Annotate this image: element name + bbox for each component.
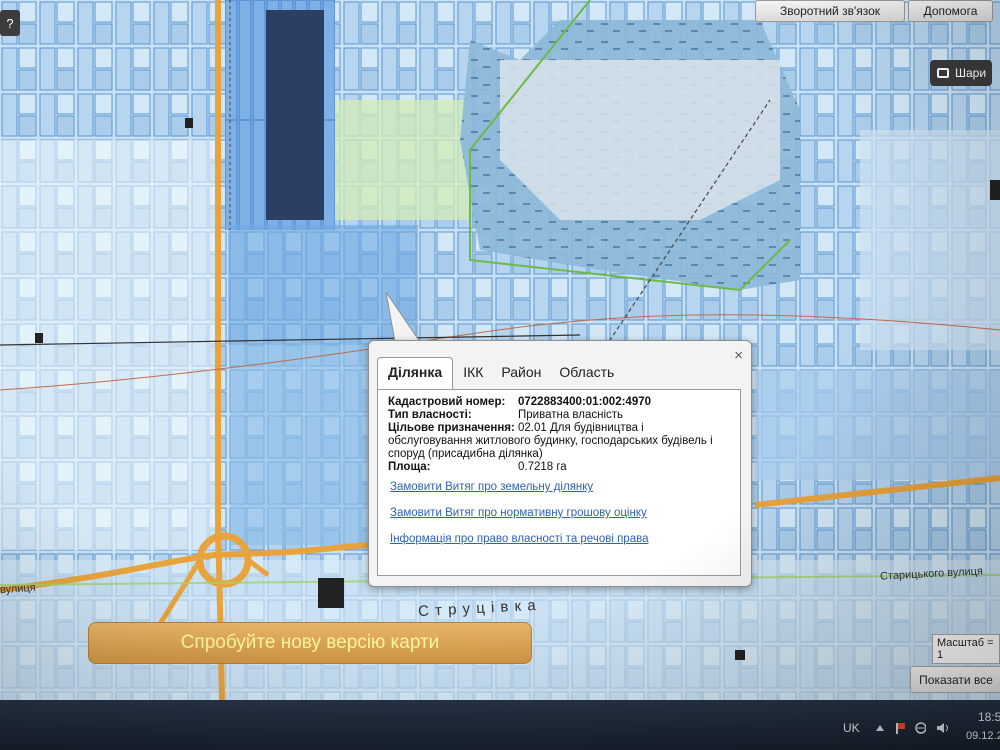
show-all-button[interactable]: Показати все <box>910 666 1000 693</box>
popup-tabs: Ділянка ІКК Район Область <box>377 357 622 389</box>
purpose-value: 02.01 Для будівництва і <box>518 422 644 434</box>
order-parcel-extract-link[interactable]: Замовити Витяг про земельну ділянку <box>390 481 648 493</box>
layers-button[interactable]: Шари <box>930 60 992 86</box>
feedback-button[interactable]: Зворотний зв'язок <box>755 0 905 22</box>
ownership-rights-info-link[interactable]: Інформація про право власності та речові… <box>390 533 648 545</box>
ownership-type-label: Тип власності: <box>388 409 472 421</box>
screen: ? Зворотний зв'язок Допомога Шари вулиця… <box>0 0 1000 750</box>
close-icon[interactable]: × <box>734 347 743 364</box>
layers-icon <box>937 68 949 78</box>
tab-region[interactable]: Область <box>551 358 622 389</box>
cadastral-number-label: Кадастровий номер: <box>388 396 506 408</box>
network-icon[interactable] <box>914 722 926 734</box>
area-value: 0.7218 га <box>518 461 567 473</box>
tab-ikk[interactable]: ІКК <box>455 358 491 389</box>
help-icon[interactable]: ? <box>0 10 20 36</box>
tab-district[interactable]: Район <box>493 358 549 389</box>
purpose-value-continued: обслуговування житлового будинку, господ… <box>388 435 713 460</box>
clock-date[interactable]: 09.12.2 <box>966 730 1000 742</box>
street-label-left: вулиця <box>0 581 37 597</box>
try-new-map-banner[interactable]: Спробуйте нову версію карти <box>88 622 532 664</box>
language-indicator[interactable]: UK <box>843 721 860 735</box>
scale-indicator: Масштаб = 1 <box>932 634 1000 664</box>
flag-icon[interactable] <box>894 722 906 734</box>
purpose-label: Цільове призначення: <box>388 422 515 434</box>
layers-label: Шари <box>955 66 987 80</box>
clock-time[interactable]: 18:5 <box>978 710 1000 724</box>
cadastral-map[interactable]: ? Зворотний зв'язок Допомога Шари вулиця… <box>0 0 1000 700</box>
tab-parcel[interactable]: Ділянка <box>377 357 454 389</box>
area-label: Площа: <box>388 461 431 473</box>
cadastral-number-value: 0722883400:01:002:4970 <box>518 396 652 408</box>
order-valuation-extract-link[interactable]: Замовити Витяг про нормативну грошову оц… <box>390 507 648 519</box>
popup-content: Кадастровий номер: 0722883400:01:002:497… <box>377 389 741 576</box>
help-button[interactable]: Допомога <box>908 0 993 22</box>
volume-icon[interactable] <box>936 722 948 734</box>
parcel-info-popup: × Ділянка ІКК Район Область Кадастровий … <box>368 340 752 587</box>
chevron-up-icon[interactable] <box>874 722 886 734</box>
ownership-type-value: Приватна власність <box>518 409 624 421</box>
